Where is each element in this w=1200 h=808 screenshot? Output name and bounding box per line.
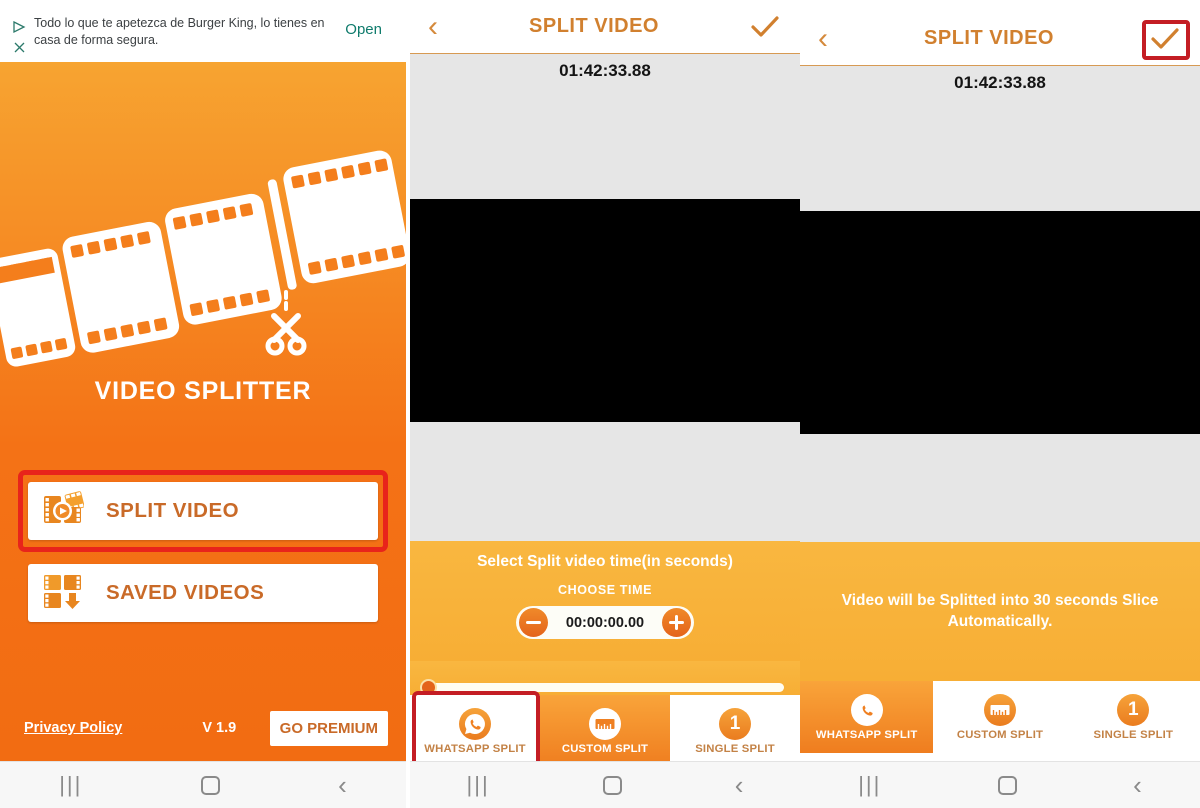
screenshot-collage: Todo lo que te apetezca de Burger King, …: [0, 0, 1200, 808]
video-frame: [800, 211, 1200, 434]
tab-label: CUSTOM SPLIT: [561, 742, 649, 755]
tab-custom-split[interactable]: CUSTOM SPLIT: [933, 681, 1067, 753]
film-download-icon: [42, 573, 84, 614]
back-icon[interactable]: ‹: [1133, 772, 1142, 798]
video-timecode: 01:42:33.88: [954, 73, 1046, 92]
privacy-policy-link[interactable]: Privacy Policy: [24, 720, 122, 736]
android-nav-bar: ||| ‹: [410, 761, 800, 808]
ad-banner[interactable]: Todo lo que te apetezca de Burger King, …: [0, 0, 406, 62]
video-timecode: 01:42:33.88: [559, 61, 651, 80]
film-play-icon: [42, 490, 85, 532]
number-one-icon: 1: [1117, 693, 1150, 726]
time-value[interactable]: 00:00:00.00: [566, 615, 644, 631]
android-nav-bar: ||| ‹: [0, 761, 406, 808]
saved-videos-label: SAVED VIDEOS: [106, 581, 265, 604]
back-icon[interactable]: ‹: [338, 772, 347, 798]
ad-choices-icon[interactable]: [12, 20, 26, 39]
tab-label: CUSTOM SPLIT: [956, 728, 1044, 741]
split-video-header-2: ‹ SPLIT VIDEO: [410, 0, 800, 54]
tab-whatsapp-split[interactable]: WHATSAPP SPLIT: [800, 681, 934, 753]
split-mode-tabs-3: WHATSAPP SPLIT CUSTOM SPLIT 1 SINGLE SPL…: [800, 681, 1200, 753]
recents-icon[interactable]: |||: [858, 772, 881, 798]
header-title: SPLIT VIDEO: [924, 27, 1054, 49]
android-nav-bar: ||| ‹: [800, 761, 1200, 808]
phone-screen-split-controls: ‹ SPLIT VIDEO 01:42:33.88 Select Split v…: [410, 0, 800, 808]
video-frame: [410, 199, 800, 422]
go-premium-button[interactable]: GO PREMIUM: [269, 710, 388, 746]
chevron-left-icon[interactable]: ‹: [428, 11, 438, 42]
film-strip-scissors-logo: [0, 124, 406, 379]
ad-open-button[interactable]: Open: [345, 12, 396, 38]
header-title: SPLIT VIDEO: [529, 15, 659, 37]
split-video-button[interactable]: SPLIT VIDEO: [28, 482, 378, 540]
split-position-slider-area: [410, 661, 800, 695]
tab-label: WHATSAPP SPLIT: [815, 728, 918, 741]
saved-videos-button[interactable]: SAVED VIDEOS: [28, 564, 378, 622]
highlight-box-whatsapp-tab: [412, 691, 540, 767]
tab-custom-split[interactable]: CUSTOM SPLIT: [540, 695, 670, 767]
choose-time-label: CHOOSE TIME: [557, 583, 653, 597]
recents-icon[interactable]: |||: [467, 772, 490, 798]
tab-label: SINGLE SPLIT: [1093, 728, 1174, 741]
phone-screen-home: Todo lo que te apetezca de Burger King, …: [0, 0, 406, 808]
check-icon[interactable]: [750, 15, 780, 39]
tab-single-split[interactable]: 1 SINGLE SPLIT: [1066, 681, 1200, 753]
split-video-label: SPLIT VIDEO: [106, 499, 240, 522]
ad-text: Todo lo que te apetezca de Burger King, …: [34, 16, 325, 47]
whatsapp-icon: [850, 693, 883, 726]
controls-title: Select Split video time(in seconds): [477, 553, 733, 570]
auto-split-message: Video will be Splitted into 30 seconds S…: [841, 591, 1159, 630]
auto-split-message-area: Video will be Splitted into 30 seconds S…: [800, 542, 1200, 681]
video-preview-2[interactable]: 01:42:33.88: [410, 54, 800, 541]
tab-single-split[interactable]: 1 SINGLE SPLIT: [670, 695, 800, 767]
tab-label: SINGLE SPLIT: [695, 742, 775, 755]
home-icon[interactable]: [200, 775, 220, 795]
page-title: VIDEO SPLITTER: [94, 377, 312, 405]
time-stepper[interactable]: 00:00:00.00: [516, 606, 694, 639]
home-body: VIDEO SPLITTER SPLIT VIDEO SAVED VIDEOS …: [0, 62, 406, 761]
close-icon[interactable]: [13, 41, 26, 59]
ruler-icon: [983, 693, 1016, 726]
chevron-left-icon[interactable]: ‹: [818, 23, 828, 54]
minus-circle-icon[interactable]: [519, 608, 548, 637]
split-time-controls: Select Split video time(in seconds) CHOO…: [410, 541, 800, 661]
ad-badge-group: [8, 12, 30, 59]
ruler-icon: [589, 707, 621, 740]
home-icon[interactable]: [602, 775, 622, 795]
app-version: V 1.9: [202, 720, 237, 736]
recents-icon[interactable]: |||: [59, 772, 82, 798]
home-icon[interactable]: [997, 775, 1017, 795]
back-icon[interactable]: ‹: [735, 772, 744, 798]
plus-circle-icon[interactable]: [661, 608, 691, 637]
split-mode-tabs-2: WHATSAPP SPLIT CUSTOM SPLIT 1 SINGLE SPL…: [410, 691, 800, 767]
split-video-header-3: ‹ SPLIT VIDEO: [800, 12, 1200, 66]
number-one-icon: 1: [719, 707, 751, 740]
phone-screen-whatsapp-split: ‹ SPLIT VIDEO 01:42:33.88 Video will be …: [800, 0, 1200, 808]
highlight-box-confirm-check: [1142, 20, 1190, 60]
home-footer: Privacy Policy V 1.9 GO PREMIUM: [0, 695, 406, 761]
video-preview-3[interactable]: 01:42:33.88: [800, 66, 1200, 542]
